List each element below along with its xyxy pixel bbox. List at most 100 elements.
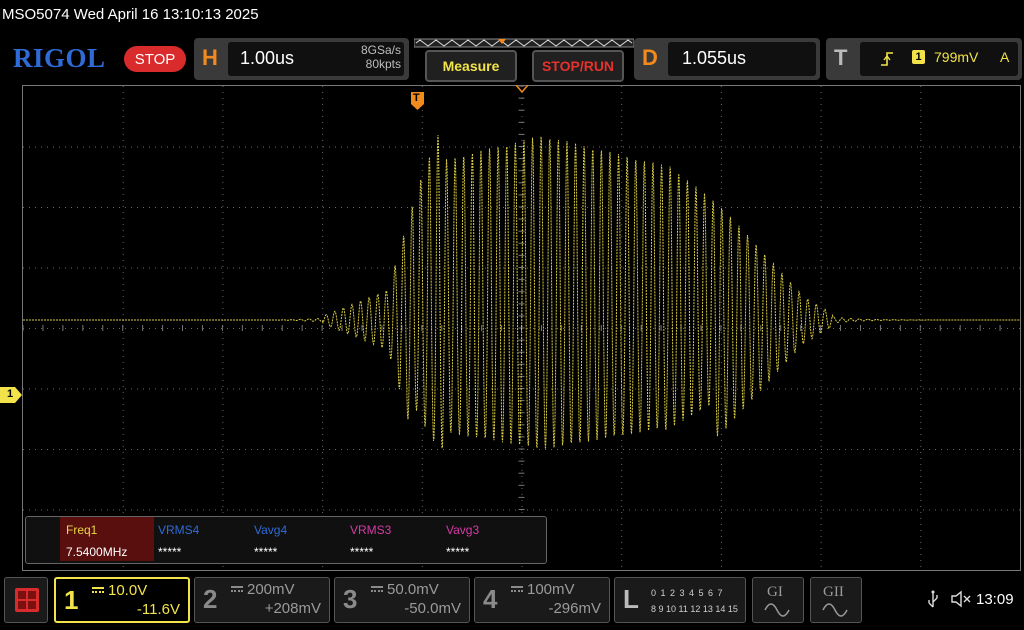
grid-dot (820, 548, 822, 549)
grid-dot (863, 509, 864, 511)
grid-dot (322, 200, 324, 201)
measurement-item[interactable]: VRMS3 ***** (350, 523, 444, 559)
menu-button[interactable] (4, 577, 48, 623)
generator-2-button[interactable]: GII (810, 577, 862, 623)
measurement-panel[interactable]: Freq1 7.5400MHz VRMS4 ***** Vavg4 ***** VRMS3 *… (25, 516, 547, 564)
grid-dot (421, 452, 423, 453)
grid-dot (983, 146, 984, 148)
channel-3-panel[interactable]: 3 50.0mV -50.0mV (334, 577, 470, 623)
grid-dot (720, 248, 722, 249)
grid-dot (820, 422, 822, 423)
grid-dot (720, 392, 722, 393)
grid-dot (47, 388, 48, 390)
grid-dot (461, 449, 462, 450)
grid-dot (720, 308, 722, 309)
measurement-item[interactable]: Vavg4 ***** (254, 523, 348, 559)
grid-dot (935, 207, 936, 208)
grid-dot (1007, 388, 1008, 390)
grid-dot (621, 278, 623, 279)
grid-dot (845, 146, 846, 148)
grid-dot (587, 207, 588, 208)
grid-dot (719, 449, 720, 450)
channel-2-panel[interactable]: 2 200mV +208mV (194, 577, 330, 623)
grid-dot (621, 200, 623, 201)
grid-dot (1013, 509, 1014, 511)
grid-dot (803, 207, 804, 208)
grid-dot (143, 388, 144, 390)
grid-dot (222, 332, 224, 333)
grid-dot (467, 509, 468, 511)
grid-dot (395, 146, 396, 148)
grid-dot (521, 428, 523, 429)
grid-dot (527, 509, 528, 511)
channel-4-panel[interactable]: 4 100mV -296mV (474, 577, 610, 623)
grid-dot (122, 140, 124, 141)
grid-dot (239, 449, 240, 450)
grid-dot (35, 509, 36, 511)
grid-dot (281, 267, 282, 269)
grid-dot (671, 509, 672, 511)
logic-analyzer-panel[interactable]: L 0 1 2 3 4 5 6 7 8 9 10 11 12 13 14 15 (614, 577, 746, 623)
grid-dot (820, 248, 822, 249)
grid-dot (725, 207, 726, 208)
grid-dot (965, 207, 966, 208)
stop-run-button[interactable]: STOP/RUN (532, 50, 624, 82)
grid-dot (29, 509, 30, 511)
grid-dot (521, 392, 523, 393)
measure-button[interactable]: Measure (425, 50, 517, 82)
grid-dot (222, 236, 224, 237)
measurement-item[interactable]: Freq1 7.5400MHz (60, 517, 154, 561)
measurement-item[interactable]: VRMS4 ***** (158, 523, 252, 559)
grid-dot (29, 388, 30, 390)
grid-dot (322, 104, 324, 105)
measurement-item[interactable]: Vavg3 ***** (446, 523, 540, 559)
grid-dot (41, 449, 42, 450)
grid-dot (671, 449, 672, 450)
grid-dot (803, 267, 804, 269)
grid-dot (737, 207, 738, 208)
grid-dot (341, 207, 342, 208)
grid-dot (920, 128, 922, 129)
delay-panel[interactable]: D 1.055us (634, 38, 820, 80)
grid-dot (251, 146, 252, 148)
channel-1-panel[interactable]: 1 10.0V -11.6V (54, 577, 190, 623)
grid-dot (971, 207, 972, 208)
grid-dot (923, 207, 924, 208)
grid-dot (773, 509, 774, 511)
grid-dot (977, 328, 978, 329)
grid-dot (820, 260, 822, 261)
grid-dot (851, 449, 852, 450)
grid-dot (431, 509, 432, 511)
trigger-panel[interactable]: T 1 799mV A (826, 38, 1022, 80)
grid-dot (443, 509, 444, 511)
grid-dot (143, 328, 144, 329)
grid-dot (557, 449, 558, 450)
grid-dot (222, 374, 224, 375)
grid-dot (621, 206, 623, 207)
grid-dot (611, 267, 612, 269)
grid-dot (421, 512, 423, 513)
clock-time: 13:09 (976, 591, 1014, 608)
trigger-position-marker[interactable]: T (411, 92, 424, 110)
grid-dot (83, 388, 84, 390)
grid-dot (401, 509, 402, 511)
grid-dot (665, 449, 666, 450)
delay-marker[interactable] (515, 85, 529, 93)
grid-dot (820, 152, 822, 153)
grid-dot (965, 328, 966, 329)
generator-1-button[interactable]: GI (752, 577, 804, 623)
horizontal-panel[interactable]: H 1.00us 8GSa/s 80kpts (194, 38, 409, 80)
ch1-offset-marker[interactable]: 1 (0, 387, 22, 403)
grid-dot (222, 200, 224, 201)
grid-dot (707, 146, 708, 148)
grid-dot (971, 449, 972, 450)
waveform-display[interactable] (22, 85, 1021, 571)
grid-dot (629, 207, 630, 208)
grid-dot (941, 328, 942, 329)
grid-dot (977, 509, 978, 511)
run-state-badge[interactable]: STOP (124, 46, 186, 72)
grid-dot (593, 509, 594, 511)
grid-dot (322, 458, 324, 459)
grid-dot (971, 146, 972, 148)
grid-dot (905, 388, 906, 390)
